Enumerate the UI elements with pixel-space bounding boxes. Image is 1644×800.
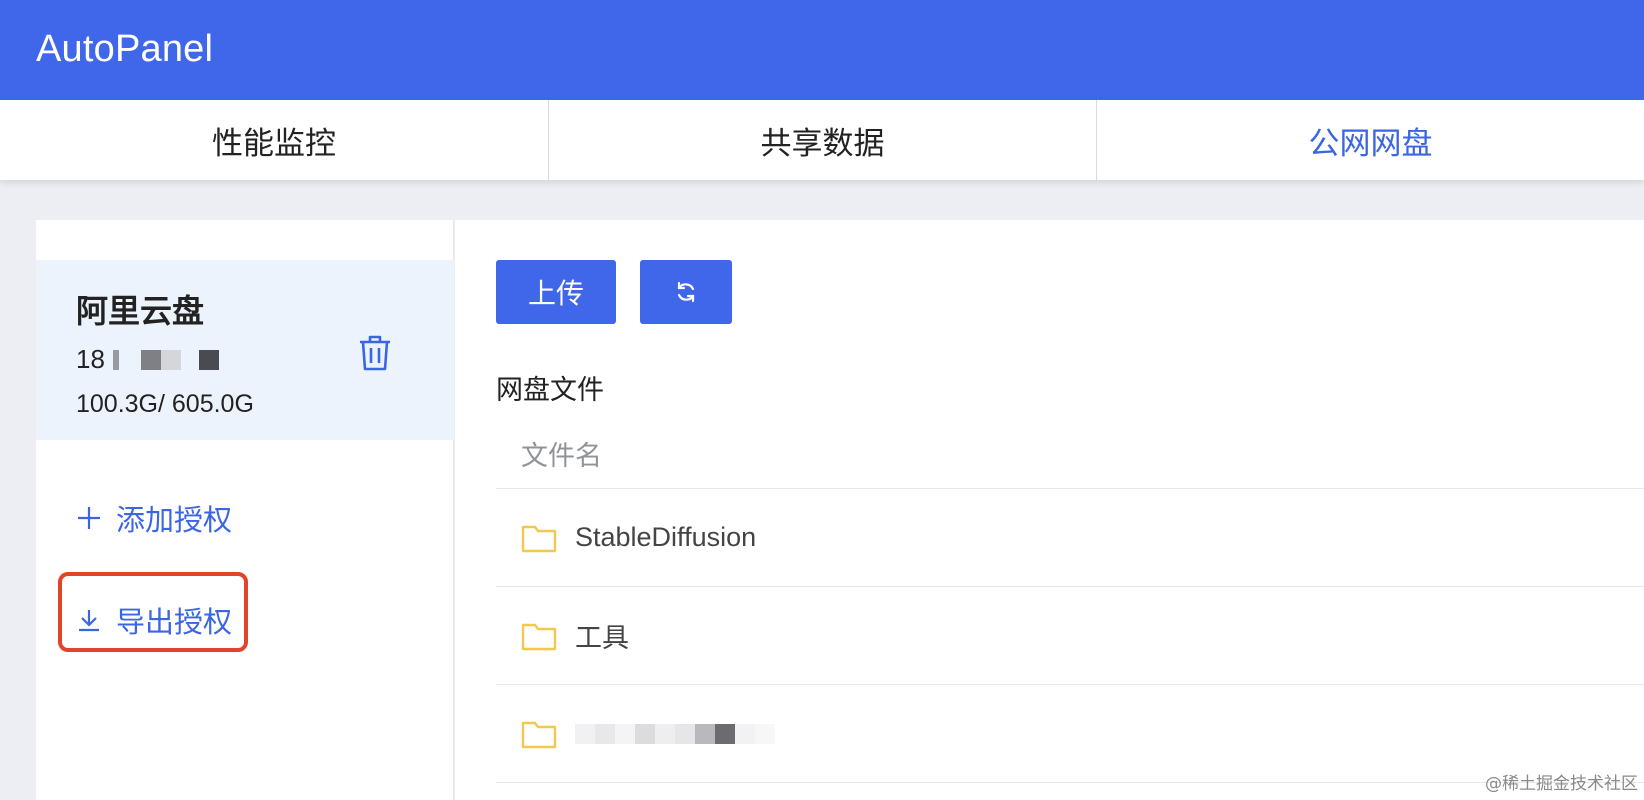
app-header: AutoPanel [0,0,1644,100]
trash-icon[interactable] [358,334,392,372]
download-icon [79,610,99,632]
account-sidebar: 阿里云盘 18 100.3G/ 605.0G 添加授权 导出授权 [36,220,454,800]
account-name: 阿里云盘 [76,293,205,329]
file-row[interactable]: 工具 [496,587,1644,685]
app-title: AutoPanel [36,28,214,70]
file-row[interactable] [496,685,1644,783]
file-name-redacted [575,723,775,744]
column-header-filename: 文件名 [496,420,1644,489]
add-authorization-button[interactable]: 添加授权 [76,497,232,539]
upload-button[interactable]: 上传 [496,260,616,324]
account-quota: 100.3G/ 605.0G [76,390,254,418]
drive-main-panel: 上传 网盘文件 文件名 StableDiffusion 工具 [455,220,1644,800]
file-name: StableDiffusion [575,522,757,552]
tab-bar: 性能监控 共享数据 公网网盘 [0,100,1644,180]
refresh-icon [677,281,695,303]
export-authorization-label: 导出授权 [116,607,233,639]
watermark: @稀土掘金技术社区 [1485,774,1638,794]
file-table: 文件名 StableDiffusion 工具 [496,420,1644,783]
refresh-button[interactable] [640,260,732,324]
plus-icon [78,507,100,529]
files-section-title: 网盘文件 [496,375,604,405]
add-authorization-label: 添加授权 [116,505,233,537]
file-row[interactable]: StableDiffusion [496,489,1644,587]
folder-icon [521,623,557,650]
tab-public-cloud-drive[interactable]: 公网网盘 [1095,100,1644,180]
account-card[interactable]: 阿里云盘 18 100.3G/ 605.0G [36,260,454,440]
export-authorization-button[interactable]: 导出授权 [76,599,232,641]
folder-icon [521,525,557,552]
account-id-redacted [112,349,219,370]
tab-performance-monitor[interactable]: 性能监控 [0,100,548,180]
file-name: 工具 [575,623,629,653]
tab-shared-data[interactable]: 共享数据 [547,100,1096,180]
account-id: 18 [76,344,219,375]
folder-icon [521,721,557,748]
account-id-prefix: 18 [76,344,105,374]
